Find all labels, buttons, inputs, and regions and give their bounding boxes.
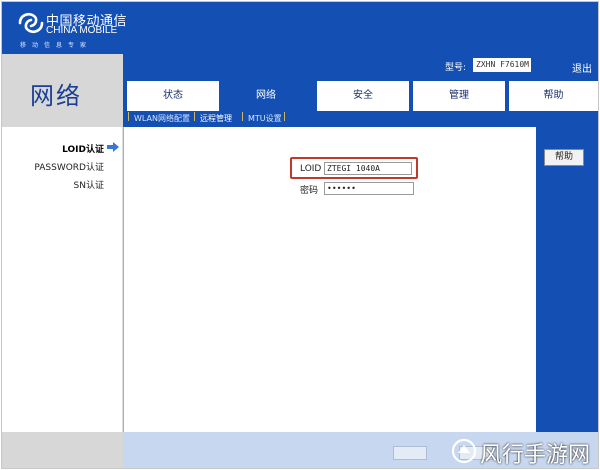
brand-logo: 中国移动通信 CHINA MOBILE 移动信息专家 <box>16 9 127 51</box>
watermark: 风行手游网 <box>450 436 598 468</box>
brand-slogan: 移动信息专家 <box>20 42 93 49</box>
subtab-wlan[interactable]: WLAN网络配置 <box>134 113 190 124</box>
model-value: ZXHN F7610M <box>473 58 531 72</box>
subtab-remote-manage[interactable]: 远程管理 <box>200 113 232 124</box>
top-header: 中国移动通信 CHINA MOBILE 移动信息专家 <box>2 2 598 54</box>
loid-label: LOID <box>300 164 322 174</box>
model-bar: 型号: ZXHN F7610M 退出 <box>123 54 598 77</box>
subtab-separator: | <box>283 112 287 122</box>
model-label: 型号: <box>445 63 467 73</box>
sidebar-item-sn-auth[interactable]: SN认证 <box>74 178 104 191</box>
router-admin-page: 中国移动通信 CHINA MOBILE 移动信息专家 网络 型号: ZXHN F… <box>1 1 599 469</box>
sidebar-item-loid-auth[interactable]: LOID认证 <box>62 142 104 155</box>
sidebar-item-password-auth[interactable]: PASSWORD认证 <box>34 160 104 173</box>
password-label: 密码 <box>300 186 319 196</box>
tab-help[interactable]: 帮助 <box>509 81 598 111</box>
sub-tabs: | WLAN网络配置 | 远程管理 | MTU设置 | <box>123 111 598 127</box>
left-sidebar: LOID认证 PASSWORD认证 SN认证 <box>2 127 123 432</box>
tab-status[interactable]: 状态 <box>127 81 219 111</box>
china-mobile-logo-icon <box>18 12 44 34</box>
watermark-text: 风行手游网 <box>480 443 591 468</box>
subtab-separator: | <box>127 112 131 122</box>
subtab-mtu[interactable]: MTU设置 <box>248 113 282 124</box>
content-area: LOID ZTEGI 1040A 密码 •••••• <box>123 127 536 432</box>
section-title: 网络 <box>30 82 82 110</box>
bottom-left-panel <box>2 432 123 468</box>
section-title-block: 网络 <box>2 54 123 127</box>
watermark-logo-icon <box>451 438 477 464</box>
password-input[interactable]: •••••• <box>324 182 414 195</box>
help-column: 帮助 <box>536 127 598 432</box>
subtab-separator: | <box>193 112 197 122</box>
help-button[interactable]: 帮助 <box>544 149 584 166</box>
tab-security[interactable]: 安全 <box>317 81 409 111</box>
tab-manage[interactable]: 管理 <box>413 81 505 111</box>
brand-name-en: CHINA MOBILE <box>46 25 118 36</box>
main-tabs: 状态 网络 安全 管理 帮助 <box>123 81 598 111</box>
subtab-separator: | <box>241 112 245 122</box>
tab-network[interactable]: 网络 <box>219 81 313 111</box>
arrow-right-icon <box>107 142 119 152</box>
bottom-button[interactable] <box>393 446 427 460</box>
loid-input[interactable]: ZTEGI 1040A <box>324 162 412 175</box>
logout-link[interactable]: 退出 <box>572 60 592 75</box>
